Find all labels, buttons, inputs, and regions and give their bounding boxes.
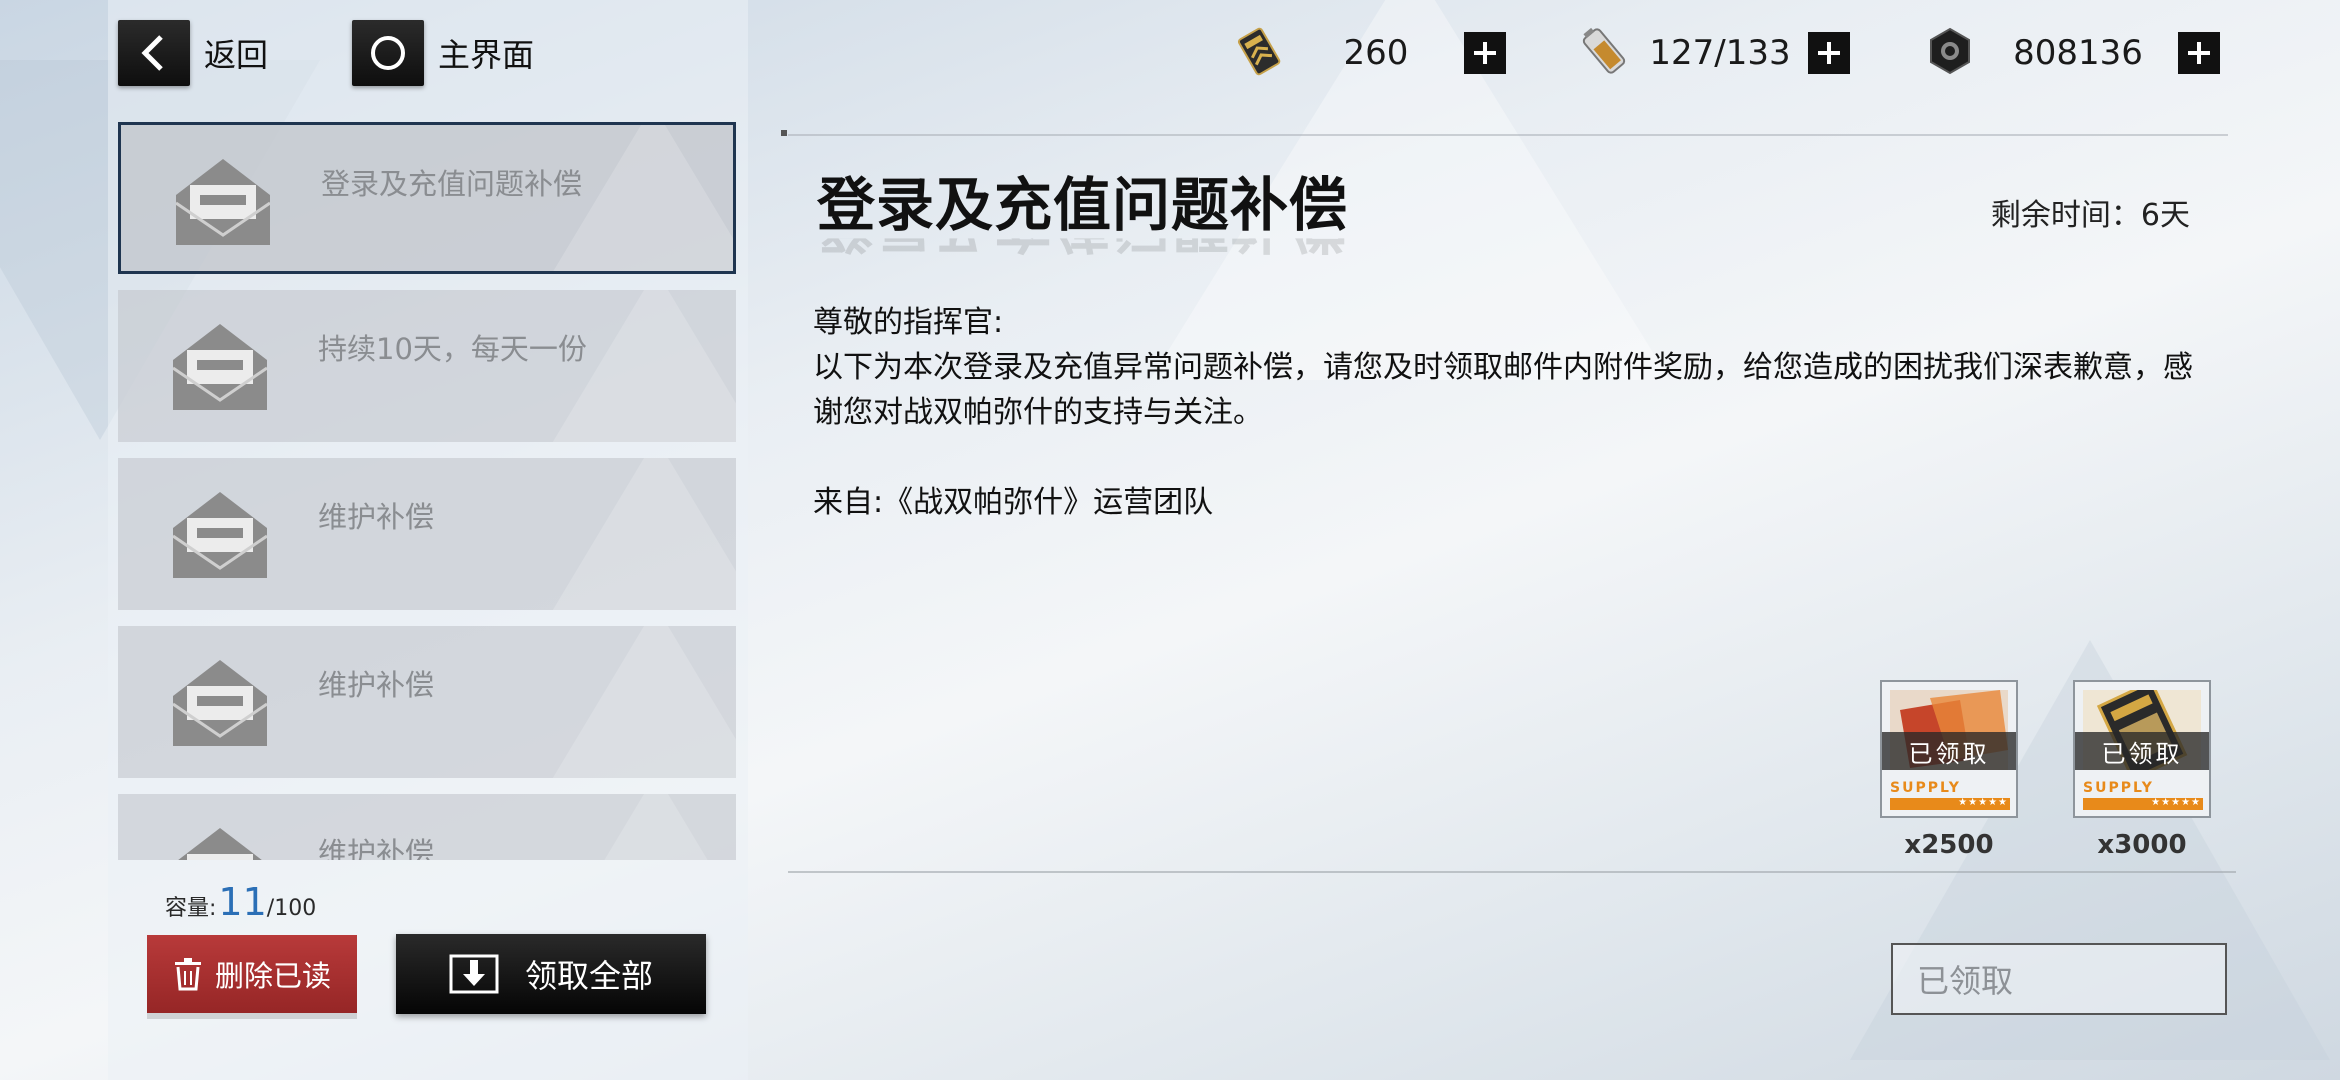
home-label: 主界面 bbox=[438, 36, 535, 74]
resource-battery: 127/133 bbox=[1576, 20, 1850, 86]
plus-icon bbox=[1818, 42, 1840, 64]
home-button[interactable]: 主界面 bbox=[352, 18, 534, 88]
hex-nut-coin-icon bbox=[1922, 23, 1978, 83]
mail-sender: 来自:《战双帕弥什》运营团队 bbox=[813, 485, 1214, 520]
decor-shape bbox=[536, 626, 736, 778]
mail-item[interactable]: 维护补偿 bbox=[118, 626, 736, 778]
open-envelope-icon bbox=[175, 155, 271, 251]
coin-value: 808136 bbox=[2013, 33, 2143, 73]
chevron-left-icon bbox=[118, 20, 190, 86]
plus-icon bbox=[2188, 42, 2210, 64]
capacity-label: 容量: bbox=[165, 896, 217, 921]
claimed-status-button[interactable]: 已领取 bbox=[1891, 943, 2227, 1015]
mail-body: 尊敬的指挥官: 以下为本次登录及充值异常问题补偿，请您及时领取邮件内附件奖励，给… bbox=[813, 300, 2213, 525]
add-coin-button[interactable] bbox=[2178, 32, 2220, 74]
battery-icon bbox=[1576, 23, 1632, 83]
claim-all-label: 领取全部 bbox=[524, 957, 653, 995]
battery-value: 127/133 bbox=[1649, 33, 1791, 73]
decor-shape bbox=[536, 458, 736, 610]
decor-shape bbox=[536, 794, 736, 860]
decor-dot bbox=[781, 130, 787, 136]
delete-read-button[interactable]: 删除已读 bbox=[147, 935, 357, 1013]
back-label: 返回 bbox=[204, 36, 269, 74]
divider bbox=[788, 871, 2236, 873]
download-icon bbox=[449, 954, 499, 994]
supply-label: SUPPLY bbox=[1890, 780, 1961, 796]
back-button[interactable]: 返回 bbox=[118, 18, 268, 88]
mail-item-title: 持续10天，每天一份 bbox=[318, 332, 587, 366]
home-circle-icon bbox=[352, 20, 424, 86]
mail-item-title: 维护补偿 bbox=[318, 836, 435, 860]
capacity-value: 11 bbox=[218, 880, 267, 924]
mail-item[interactable]: 登录及充值问题补偿 bbox=[118, 122, 736, 274]
stamina-value: 260 bbox=[1343, 33, 1409, 73]
claimed-badge: 已领取 bbox=[1882, 732, 2016, 770]
mail-greeting: 尊敬的指挥官: bbox=[813, 305, 1004, 340]
add-stamina-button[interactable] bbox=[1464, 32, 1506, 74]
stamina-card-icon bbox=[1232, 23, 1288, 83]
open-envelope-icon bbox=[172, 656, 268, 752]
claim-all-button[interactable]: 领取全部 bbox=[396, 934, 706, 1014]
remaining-time: 剩余时间：6天 bbox=[1990, 198, 2190, 233]
attachment-quantity: x2500 bbox=[1904, 830, 1994, 860]
supply-label: SUPPLY bbox=[2083, 780, 2154, 796]
resource-stamina: 260 bbox=[1232, 20, 1506, 86]
rarity-stars: ★★★★★ bbox=[1958, 797, 2008, 808]
trash-icon bbox=[174, 958, 201, 991]
capacity-max: /100 bbox=[266, 896, 317, 921]
mail-content: 以下为本次登录及充值异常问题补偿，请您及时领取邮件内附件奖励，给您造成的困扰我们… bbox=[813, 350, 2193, 430]
plus-icon bbox=[1474, 42, 1496, 64]
mail-item-title: 登录及充值问题补偿 bbox=[321, 167, 583, 201]
attachment-item[interactable]: 已领取 SUPPLY ★★★★★ bbox=[2073, 680, 2211, 818]
resource-coin: 808136 bbox=[1922, 20, 2220, 86]
open-envelope-icon bbox=[172, 488, 268, 584]
mail-item[interactable]: 维护补偿 bbox=[118, 458, 736, 610]
open-envelope-icon bbox=[173, 824, 267, 860]
attachment-quantity: x3000 bbox=[2097, 830, 2187, 860]
open-envelope-icon bbox=[172, 320, 268, 416]
attachment-item[interactable]: 已领取 SUPPLY ★★★★★ bbox=[1880, 680, 2018, 818]
mail-title: 登录及充值问题补偿 bbox=[817, 171, 1349, 239]
delete-read-label: 删除已读 bbox=[214, 959, 331, 993]
rarity-stars: ★★★★★ bbox=[2151, 797, 2201, 808]
mail-item[interactable]: 持续10天，每天一份 bbox=[118, 290, 736, 442]
mail-list[interactable]: 登录及充值问题补偿 持续10天，每天一份 维护补偿 维护补偿 维护补偿 bbox=[118, 122, 738, 860]
divider bbox=[788, 134, 2228, 136]
mail-item[interactable]: 维护补偿 bbox=[118, 794, 736, 860]
mail-capacity: 容量: 11 /100 bbox=[165, 880, 316, 924]
add-battery-button[interactable] bbox=[1808, 32, 1850, 74]
claimed-badge: 已领取 bbox=[2075, 732, 2209, 770]
mail-item-title: 维护补偿 bbox=[318, 668, 435, 702]
mail-item-title: 维护补偿 bbox=[318, 500, 435, 534]
